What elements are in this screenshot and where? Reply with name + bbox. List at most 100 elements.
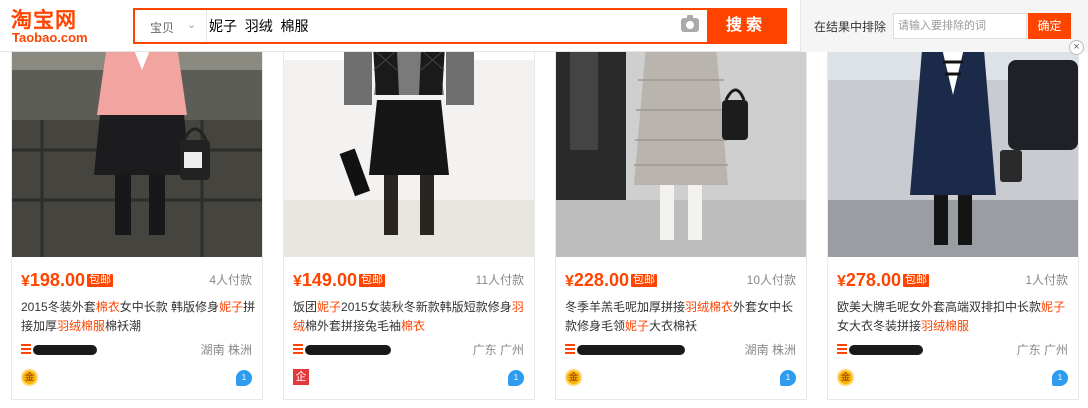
shop-icon bbox=[837, 344, 847, 355]
shop-location: 湖南 株洲 bbox=[200, 343, 252, 357]
title-text: 棉袄潮 bbox=[105, 319, 142, 333]
price-value: 198.00 bbox=[29, 270, 85, 290]
product-card[interactable]: ¥228.00 包邮 10人付款 冬季羊羔毛呢加厚拼接羽绒棉衣外套女中长款修身毛领… bbox=[555, 0, 807, 400]
exclude-filter: 在结果中排除 请输入要排除的词 确定 bbox=[800, 0, 1088, 52]
paid-count: 10人付款 bbox=[746, 273, 796, 287]
product-title[interactable]: 冬季羊羔毛呢加厚拼接羽绒棉衣外套女中长款修身毛领妮子大衣棉袄 bbox=[565, 298, 801, 336]
title-keyword: 羽绒棉服 bbox=[57, 319, 106, 333]
title-keyword: 羽绒棉衣 bbox=[685, 300, 734, 314]
shop-icon bbox=[293, 344, 303, 355]
product-price: ¥149.00 包邮 bbox=[293, 270, 385, 292]
gold-seller-icon[interactable]: 金 bbox=[837, 369, 854, 386]
badge-row: 金 1 bbox=[565, 369, 796, 387]
title-keyword: 妮子 bbox=[1041, 300, 1066, 314]
shop-row: 湖南 株洲 bbox=[21, 341, 252, 359]
shop-location: 湖南 株洲 bbox=[744, 343, 796, 357]
badge-row: 金 1 bbox=[837, 369, 1068, 387]
enterprise-seller-icon[interactable]: 企 bbox=[293, 369, 309, 385]
title-keyword: 妮子 bbox=[219, 300, 244, 314]
product-price: ¥228.00 包邮 bbox=[565, 270, 657, 292]
logo-english: Taobao.com bbox=[12, 30, 88, 45]
price-row: ¥228.00 包邮 10人付款 bbox=[565, 270, 796, 290]
chevron-down-icon: ⌄ bbox=[187, 19, 197, 31]
title-keyword: 棉衣 bbox=[401, 319, 426, 333]
shop-row: 湖南 株洲 bbox=[565, 341, 796, 359]
price-value: 278.00 bbox=[845, 270, 901, 290]
product-card[interactable]: ¥278.00 包邮 1人付款 欧美大牌毛呢女外套高端双排扣中长款妮子女大衣冬装拼… bbox=[827, 0, 1079, 400]
exclude-input[interactable]: 请输入要排除的词 bbox=[893, 13, 1027, 39]
shop-icon bbox=[21, 344, 31, 355]
free-shipping-badge: 包邮 bbox=[630, 274, 657, 287]
paid-count: 1人付款 bbox=[1025, 273, 1068, 287]
shop-row: 广东 广州 bbox=[293, 341, 524, 359]
search-category-select[interactable]: 宝贝 ⌄ bbox=[135, 10, 207, 42]
currency-symbol: ¥ bbox=[293, 273, 302, 290]
title-keyword: 羽绒棉服 bbox=[921, 319, 970, 333]
title-text: 欧美大牌毛呢女外套高端双排扣中长款 bbox=[837, 300, 1042, 314]
title-text: 女大衣冬装拼接 bbox=[837, 319, 922, 333]
gold-seller-icon[interactable]: 金 bbox=[565, 369, 582, 386]
title-keyword: 妮子 bbox=[317, 300, 342, 314]
product-info: ¥198.00 包邮 4人付款 2015冬装外套棉衣女中长款 韩版修身妮子拼接加厚… bbox=[12, 257, 262, 400]
top-search-bar: 淘宝网 Taobao.com 宝贝 ⌄ 妮子 羽绒 棉服 搜索 在结果中排除 请… bbox=[0, 0, 1088, 52]
category-label: 宝贝 bbox=[150, 21, 175, 35]
title-text: 2015女装秋冬新款韩版短款修身 bbox=[341, 300, 512, 314]
title-text: 女中长款 韩版修身 bbox=[119, 300, 220, 314]
product-price: ¥198.00 包邮 bbox=[21, 270, 113, 292]
price-value: 149.00 bbox=[301, 270, 357, 290]
title-keyword: 妮子 bbox=[625, 319, 650, 333]
free-shipping-badge: 包邮 bbox=[86, 274, 113, 287]
product-title[interactable]: 欧美大牌毛呢女外套高端双排扣中长款妮子女大衣冬装拼接羽绒棉服 bbox=[837, 298, 1073, 336]
search-results-page: ¥198.00 包邮 4人付款 2015冬装外套棉衣女中长款 韩版修身妮子拼接加厚… bbox=[0, 0, 1088, 408]
free-shipping-badge: 包邮 bbox=[902, 274, 929, 287]
price-value: 228.00 bbox=[573, 270, 629, 290]
shop-name-redacted[interactable] bbox=[849, 345, 923, 355]
shop-name-redacted[interactable] bbox=[305, 345, 391, 355]
currency-symbol: ¥ bbox=[837, 273, 846, 290]
free-shipping-badge: 包邮 bbox=[358, 274, 385, 287]
currency-symbol: ¥ bbox=[21, 273, 30, 290]
gold-seller-icon[interactable]: 金 bbox=[21, 369, 38, 386]
wangwang-chat-icon[interactable]: 1 bbox=[780, 370, 796, 386]
exclude-label: 在结果中排除 bbox=[814, 20, 887, 34]
title-text: 饭团 bbox=[293, 300, 318, 314]
product-card[interactable]: ¥149.00 包邮 11人付款 饭团妮子2015女装秋冬新款韩版短款修身羽绒棉外… bbox=[283, 0, 535, 400]
price-row: ¥198.00 包邮 4人付款 bbox=[21, 270, 252, 290]
paid-count: 4人付款 bbox=[209, 273, 252, 287]
title-text: 2015冬装外套 bbox=[21, 300, 96, 314]
badge-row: 企 1 bbox=[293, 369, 524, 387]
currency-symbol: ¥ bbox=[565, 273, 574, 290]
product-info: ¥149.00 包邮 11人付款 饭团妮子2015女装秋冬新款韩版短款修身羽绒棉外… bbox=[284, 257, 534, 400]
product-card[interactable]: ¥198.00 包邮 4人付款 2015冬装外套棉衣女中长款 韩版修身妮子拼接加厚… bbox=[11, 0, 263, 400]
search-button[interactable]: 搜索 bbox=[707, 10, 785, 42]
title-text: 大衣棉袄 bbox=[649, 319, 698, 333]
taobao-logo[interactable]: 淘宝网 Taobao.com bbox=[11, 4, 111, 48]
product-grid: ¥198.00 包邮 4人付款 2015冬装外套棉衣女中长款 韩版修身妮子拼接加厚… bbox=[0, 0, 1088, 408]
close-icon[interactable]: × bbox=[1069, 40, 1084, 55]
price-row: ¥149.00 包邮 11人付款 bbox=[293, 270, 524, 290]
badge-row: 金 1 bbox=[21, 369, 252, 387]
shop-icon bbox=[565, 344, 575, 355]
shop-name-redacted[interactable] bbox=[577, 345, 685, 355]
title-text: 冬季羊羔毛呢加厚拼接 bbox=[565, 300, 686, 314]
product-title[interactable]: 2015冬装外套棉衣女中长款 韩版修身妮子拼接加厚羽绒棉服棉袄潮 bbox=[21, 298, 257, 336]
wangwang-chat-icon[interactable]: 1 bbox=[508, 370, 524, 386]
product-info: ¥228.00 包邮 10人付款 冬季羊羔毛呢加厚拼接羽绒棉衣外套女中长款修身毛领… bbox=[556, 257, 806, 400]
product-price: ¥278.00 包邮 bbox=[837, 270, 929, 292]
shop-row: 广东 广州 bbox=[837, 341, 1068, 359]
title-text: 棉外套拼接兔毛袖 bbox=[305, 319, 402, 333]
product-info: ¥278.00 包邮 1人付款 欧美大牌毛呢女外套高端双排扣中长款妮子女大衣冬装拼… bbox=[828, 257, 1078, 400]
price-row: ¥278.00 包邮 1人付款 bbox=[837, 270, 1068, 290]
wangwang-chat-icon[interactable]: 1 bbox=[1052, 370, 1068, 386]
title-keyword: 棉衣 bbox=[95, 300, 120, 314]
product-title[interactable]: 饭团妮子2015女装秋冬新款韩版短款修身羽绒棉外套拼接兔毛袖棉衣 bbox=[293, 298, 529, 336]
shop-name-redacted[interactable] bbox=[33, 345, 97, 355]
exclude-confirm-button[interactable]: 确定 bbox=[1028, 13, 1071, 39]
camera-icon[interactable] bbox=[681, 15, 699, 32]
shop-location: 广东 广州 bbox=[1016, 343, 1068, 357]
search-input[interactable]: 妮子 羽绒 棉服 bbox=[209, 10, 679, 42]
search-box: 宝贝 ⌄ 妮子 羽绒 棉服 搜索 bbox=[133, 8, 787, 44]
wangwang-chat-icon[interactable]: 1 bbox=[236, 370, 252, 386]
paid-count: 11人付款 bbox=[475, 273, 524, 287]
shop-location: 广东 广州 bbox=[472, 343, 524, 357]
